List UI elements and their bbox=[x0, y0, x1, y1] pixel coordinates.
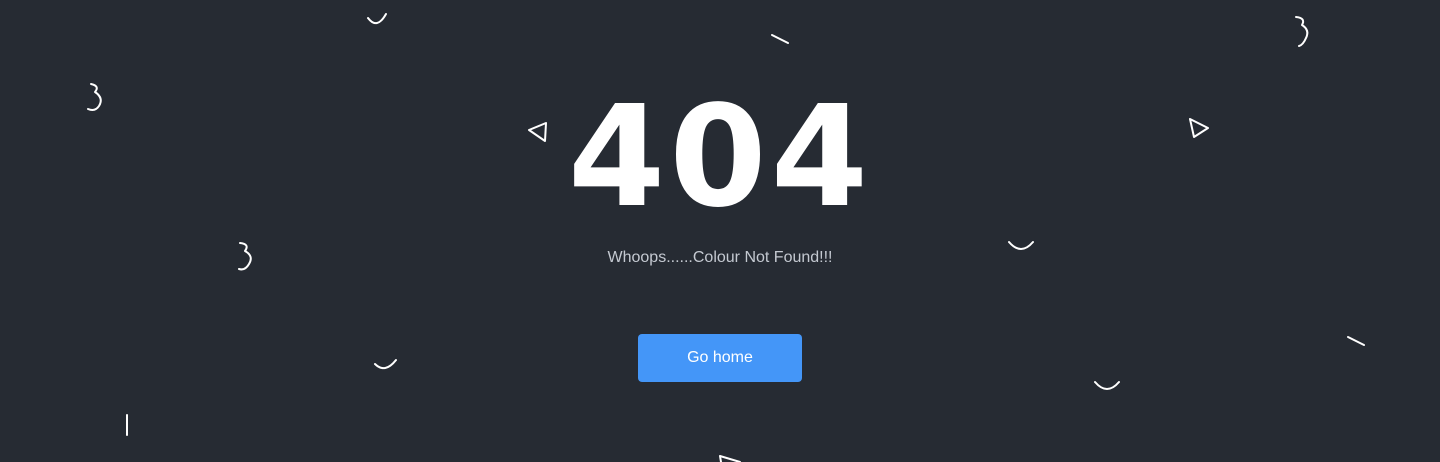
error-message: Whoops......Colour Not Found!!! bbox=[607, 249, 833, 266]
arc-icon bbox=[374, 359, 397, 370]
squiggle-icon bbox=[1295, 16, 1309, 47]
not-found-page: 404 Whoops......Colour Not Found!!! Go h… bbox=[0, 0, 1440, 462]
arc-icon bbox=[1094, 381, 1120, 390]
arc-icon bbox=[367, 13, 387, 25]
line-icon bbox=[1347, 336, 1365, 346]
error-code: 404 bbox=[567, 76, 873, 239]
line-icon bbox=[126, 414, 128, 436]
triangle-icon bbox=[719, 455, 741, 462]
go-home-button[interactable]: Go home bbox=[638, 334, 802, 382]
line-icon bbox=[771, 34, 789, 44]
